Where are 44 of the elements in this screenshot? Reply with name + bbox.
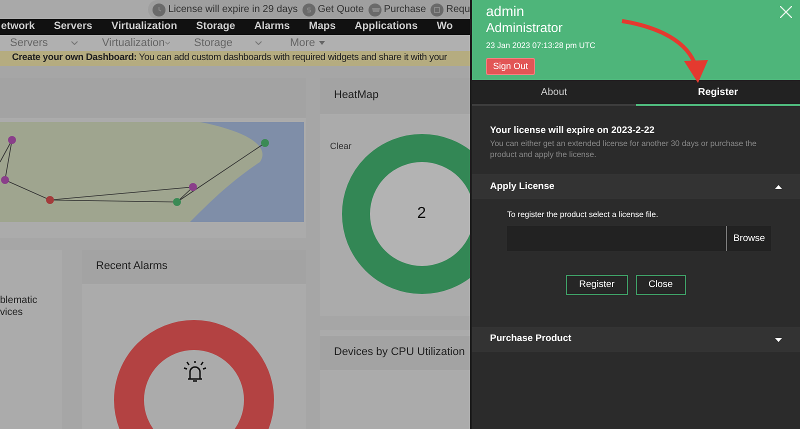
top-bar-link[interactable]: Purchase — [384, 2, 426, 17]
chevron-icon — [255, 41, 262, 45]
top-bar-link[interactable]: Requ — [446, 2, 470, 17]
widget-title: HeatMap — [334, 88, 379, 104]
problematic-devices-label: blematic vices — [0, 294, 38, 318]
nav-item[interactable]: Servers — [54, 19, 92, 35]
license-title: Your license will expire on 2023-2-22 — [490, 124, 656, 138]
nav-item[interactable]: Wo — [436, 19, 453, 35]
apply-hint: To register the product select a license file. — [507, 209, 660, 222]
license-description: You can either get an extended license for another 30 days or purchase the product and apply the license. — [490, 138, 758, 160]
caret-icon — [319, 41, 326, 45]
clock-icon — [152, 2, 166, 16]
cart-icon — [368, 2, 382, 16]
section-header[interactable]: Purchase Product — [472, 327, 800, 352]
legend-label: Clear — [330, 140, 352, 152]
user-role: Administrator — [486, 20, 564, 36]
panel-tab[interactable]: Register — [636, 80, 800, 106]
dollar-icon — [302, 2, 316, 16]
chevron-icon — [71, 41, 78, 45]
sign-out-button[interactable]: Sign Out — [486, 58, 536, 75]
nav-item[interactable]: Alarms — [254, 19, 290, 35]
action-button[interactable]: Register — [566, 275, 628, 296]
user-name: admin — [486, 3, 526, 20]
widget-title: Devices by CPU Utilization — [334, 345, 465, 360]
widget-title: Recent Alarms — [96, 259, 168, 274]
panel-tab[interactable]: About — [472, 80, 636, 106]
license-file-field[interactable]: Browse — [507, 226, 771, 252]
chevron-icon — [164, 41, 170, 45]
nav-item[interactable]: Applications — [354, 19, 418, 35]
collapse-caret-icon — [775, 184, 782, 189]
nav-item[interactable]: Storage — [196, 19, 236, 35]
action-button[interactable]: Close — [636, 275, 686, 296]
top-bar-link[interactable]: License will expire in 29 days — [168, 2, 298, 17]
nav-item[interactable]: Virtualization — [111, 19, 178, 35]
close-icon[interactable] — [780, 6, 792, 18]
nav-item[interactable]: Maps — [308, 19, 336, 35]
section-header[interactable]: Apply License — [472, 174, 800, 200]
timestamp: 23 Jan 2023 07:13:28 pm UTC — [486, 40, 596, 52]
expand-caret-icon — [775, 338, 782, 342]
browse-button[interactable]: Browse — [726, 226, 771, 252]
doc-icon — [430, 2, 444, 16]
banner-text: Create your own Dashboard: You can add custom dashboards with required widgets and share it with your — [12, 51, 447, 66]
nav-item[interactable]: etwork — [1, 19, 35, 35]
top-bar-link[interactable]: Get Quote — [318, 2, 364, 17]
